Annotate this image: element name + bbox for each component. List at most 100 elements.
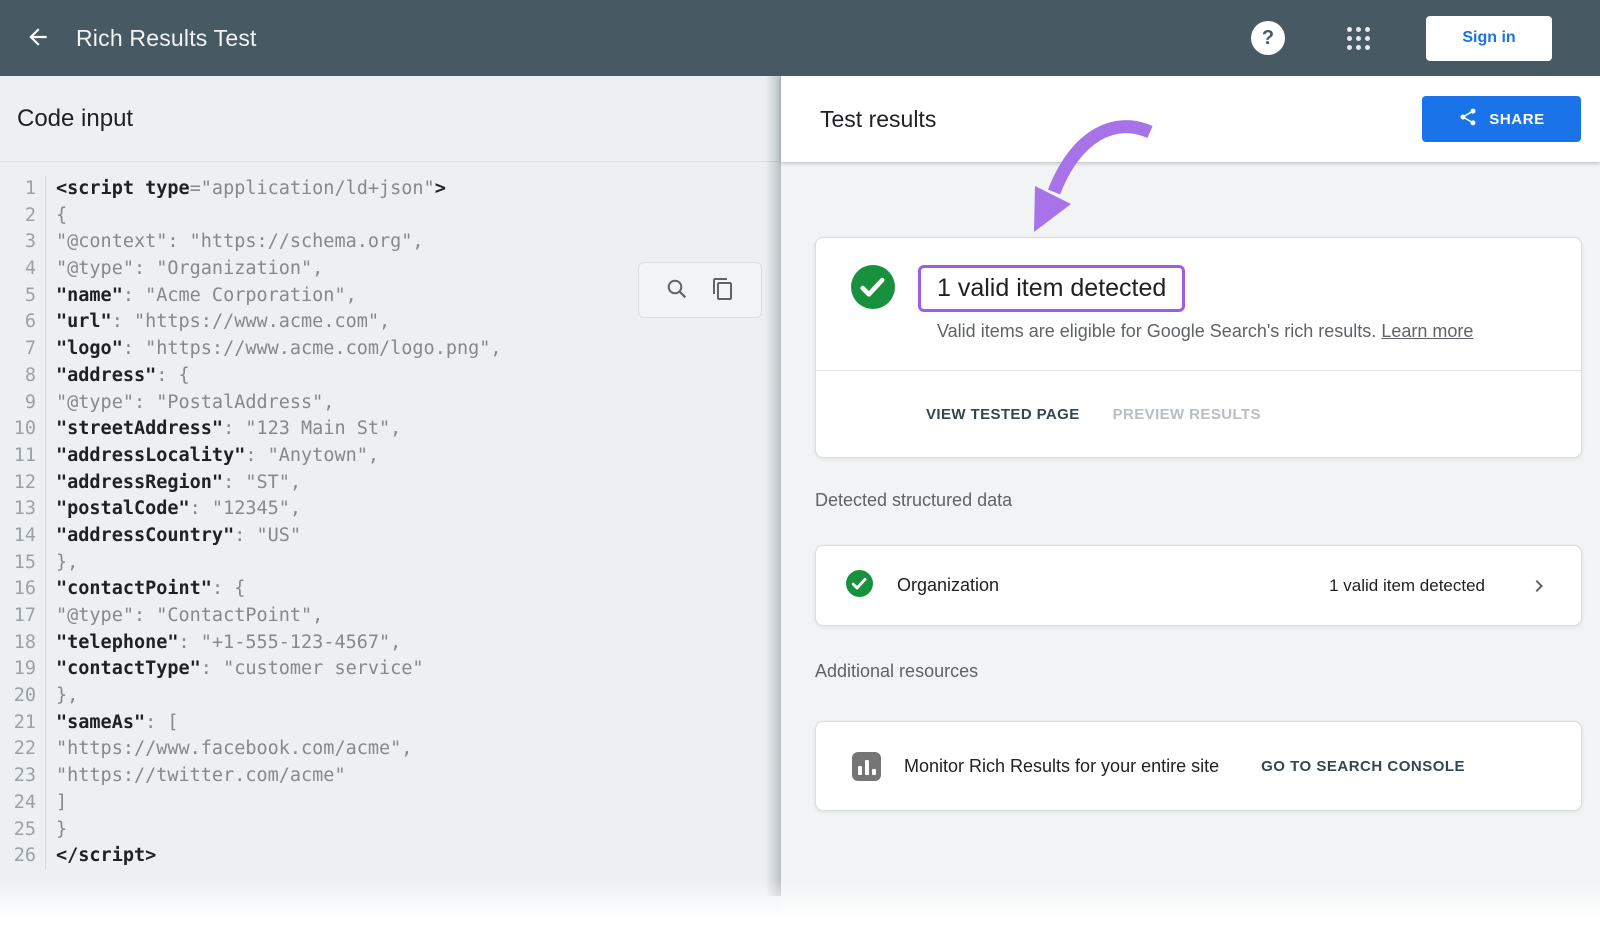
line-code: } bbox=[46, 817, 67, 844]
line-code: }, bbox=[46, 683, 78, 710]
line-code: "logo": "https://www.acme.com/logo.png", bbox=[46, 336, 502, 363]
code-line: 26</script> bbox=[0, 843, 781, 870]
line-number: 15 bbox=[0, 550, 46, 577]
copy-icon bbox=[711, 277, 735, 304]
line-code: { bbox=[46, 203, 67, 230]
code-line: 18"telephone": "+1-555-123-4567", bbox=[0, 630, 781, 657]
share-icon bbox=[1458, 107, 1478, 131]
help-button[interactable]: ? bbox=[1251, 21, 1285, 55]
code-line: 14"addressCountry": "US" bbox=[0, 523, 781, 550]
code-line: 11"addressLocality": "Anytown", bbox=[0, 443, 781, 470]
line-number: 20 bbox=[0, 683, 46, 710]
preview-results-button[interactable]: PREVIEW RESULTS bbox=[1113, 400, 1261, 429]
copy-button[interactable] bbox=[711, 277, 735, 304]
line-code: "streetAddress": "123 Main St", bbox=[46, 416, 401, 443]
code-line: 22"https://www.facebook.com/acme", bbox=[0, 736, 781, 763]
code-line: 25} bbox=[0, 817, 781, 844]
search-icon bbox=[665, 277, 689, 304]
line-code: </script> bbox=[46, 843, 156, 870]
code-toolbar bbox=[638, 262, 762, 318]
line-code: "addressRegion": "ST", bbox=[46, 470, 301, 497]
line-number: 6 bbox=[0, 309, 46, 336]
code-input-panel: Code input 1<script type="application/ld… bbox=[0, 76, 781, 926]
line-number: 8 bbox=[0, 363, 46, 390]
code-line: 2{ bbox=[0, 203, 781, 230]
code-line: 21"sameAs": [ bbox=[0, 710, 781, 737]
line-code: "contactPoint": { bbox=[46, 576, 245, 603]
line-code: <script type="application/ld+json"> bbox=[46, 176, 446, 203]
resource-row: Monitor Rich Results for your entire sit… bbox=[815, 721, 1582, 811]
apps-grid-icon bbox=[1347, 27, 1370, 50]
highlight-box-annotation: 1 valid item detected bbox=[918, 265, 1185, 312]
result-main: 1 valid item detected Valid items are el… bbox=[816, 238, 1581, 342]
detected-item-status: 1 valid item detected bbox=[1329, 576, 1485, 596]
line-number: 5 bbox=[0, 283, 46, 310]
code-line: 8"address": { bbox=[0, 363, 781, 390]
check-circle-icon bbox=[846, 570, 873, 602]
line-number: 3 bbox=[0, 229, 46, 256]
code-line: 20}, bbox=[0, 683, 781, 710]
line-code: "name": "Acme Corporation", bbox=[46, 283, 357, 310]
line-code: "telephone": "+1-555-123-4567", bbox=[46, 630, 401, 657]
bar-chart-icon bbox=[852, 752, 881, 781]
line-code: "@type": "ContactPoint", bbox=[46, 603, 323, 630]
search-button[interactable] bbox=[665, 277, 689, 304]
sign-in-button[interactable]: Sign in bbox=[1426, 16, 1552, 61]
additional-resources-label: Additional resources bbox=[815, 661, 978, 682]
code-line: 15}, bbox=[0, 550, 781, 577]
code-line: 19"contactType": "customer service" bbox=[0, 656, 781, 683]
line-number: 26 bbox=[0, 843, 46, 870]
line-number: 10 bbox=[0, 416, 46, 443]
back-arrow-icon bbox=[25, 24, 51, 53]
code-input-title: Code input bbox=[17, 105, 133, 133]
line-code: "contactType": "customer service" bbox=[46, 656, 424, 683]
result-text: 1 valid item detected Valid items are el… bbox=[918, 265, 1473, 342]
page-title: Rich Results Test bbox=[76, 25, 1251, 52]
line-code: "postalCode": "12345", bbox=[46, 496, 301, 523]
code-line: 12"addressRegion": "ST", bbox=[0, 470, 781, 497]
code-editor[interactable]: 1<script type="application/ld+json">2{3"… bbox=[0, 162, 781, 870]
learn-more-link[interactable]: Learn more bbox=[1381, 321, 1473, 341]
line-number: 24 bbox=[0, 790, 46, 817]
code-line: 17"@type": "ContactPoint", bbox=[0, 603, 781, 630]
line-code: "address": { bbox=[46, 363, 190, 390]
test-results-panel: Test results SHARE 1 valid item det bbox=[781, 76, 1600, 926]
line-code: "https://www.facebook.com/acme", bbox=[46, 736, 412, 763]
detected-item-row-organization[interactable]: Organization 1 valid item detected bbox=[815, 545, 1582, 626]
line-code: "@type": "Organization", bbox=[46, 256, 323, 283]
line-code: ] bbox=[46, 790, 67, 817]
share-button[interactable]: SHARE bbox=[1422, 96, 1581, 142]
result-title: 1 valid item detected bbox=[937, 274, 1166, 302]
detected-structured-data-label: Detected structured data bbox=[815, 490, 1012, 511]
test-results-title: Test results bbox=[820, 106, 1422, 133]
line-number: 2 bbox=[0, 203, 46, 230]
line-number: 7 bbox=[0, 336, 46, 363]
code-line: 9"@type": "PostalAddress", bbox=[0, 390, 781, 417]
test-results-header: Test results SHARE bbox=[781, 76, 1600, 162]
chevron-right-icon bbox=[1527, 574, 1551, 598]
go-to-search-console-button[interactable]: GO TO SEARCH CONSOLE bbox=[1255, 757, 1471, 776]
apps-button[interactable] bbox=[1343, 23, 1374, 54]
line-number: 23 bbox=[0, 763, 46, 790]
code-line: 24] bbox=[0, 790, 781, 817]
line-number: 11 bbox=[0, 443, 46, 470]
line-number: 12 bbox=[0, 470, 46, 497]
code-line: 23"https://twitter.com/acme" bbox=[0, 763, 781, 790]
line-number: 25 bbox=[0, 817, 46, 844]
code-line: 10"streetAddress": "123 Main St", bbox=[0, 416, 781, 443]
line-number: 4 bbox=[0, 256, 46, 283]
code-line: 16"contactPoint": { bbox=[0, 576, 781, 603]
back-button[interactable] bbox=[18, 18, 58, 58]
line-number: 18 bbox=[0, 630, 46, 657]
code-line: 1<script type="application/ld+json"> bbox=[0, 176, 781, 203]
panel-divider bbox=[765, 76, 781, 896]
line-code: "addressCountry": "US" bbox=[46, 523, 301, 550]
result-card-footer: VIEW TESTED PAGE PREVIEW RESULTS bbox=[816, 370, 1581, 457]
line-number: 1 bbox=[0, 176, 46, 203]
line-number: 9 bbox=[0, 390, 46, 417]
code-input-header: Code input bbox=[0, 76, 781, 162]
line-code: "addressLocality": "Anytown", bbox=[46, 443, 379, 470]
view-tested-page-button[interactable]: VIEW TESTED PAGE bbox=[926, 400, 1080, 429]
line-number: 16 bbox=[0, 576, 46, 603]
line-code: "https://twitter.com/acme" bbox=[46, 763, 346, 790]
